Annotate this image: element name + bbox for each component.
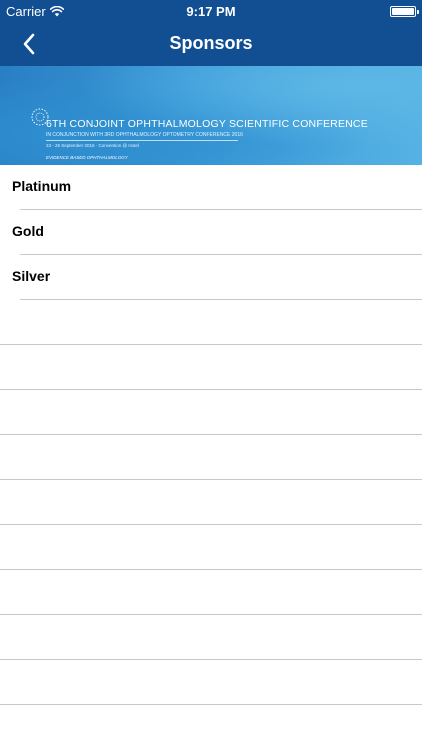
status-time: 9:17 PM [186,4,236,19]
empty-row [0,570,422,615]
empty-row [0,480,422,525]
banner-subtitle: IN CONJUNCTION WITH 3RD OPHTHALMOLOGY OP… [46,132,243,138]
empty-row [0,435,422,480]
list-item-label: Silver [12,268,51,284]
empty-row [0,615,422,660]
banner-tagline: EVIDENCE BASED OPHTHALMOLOGY [46,155,128,160]
banner-divider [46,140,238,141]
empty-row [0,525,422,570]
list-item-platinum[interactable]: Platinum [0,165,422,210]
navigation-bar: Sponsors [0,22,422,66]
empty-row [0,660,422,705]
list-item-label: Gold [12,223,44,239]
list-item-silver[interactable]: Silver [0,255,422,300]
list-item-gold[interactable]: Gold [0,210,422,255]
status-bar: Carrier 9:17 PM [0,0,422,22]
empty-row [0,300,422,345]
battery-icon [390,6,419,17]
banner-date: 23 - 25 September 2016 · Convention @ Ho… [46,143,139,148]
row-divider [0,704,422,705]
conference-banner: 6TH CONJOINT OPHTHALMOLOGY SCIENTIFIC CO… [0,66,422,165]
sponsor-tier-list: Platinum Gold Silver [0,165,422,705]
empty-row [0,390,422,435]
battery-level [392,8,414,15]
banner-title: 6TH CONJOINT OPHTHALMOLOGY SCIENTIFIC CO… [46,118,368,130]
list-item-label: Platinum [12,178,72,194]
page-title: Sponsors [169,33,253,53]
empty-row [0,345,422,390]
